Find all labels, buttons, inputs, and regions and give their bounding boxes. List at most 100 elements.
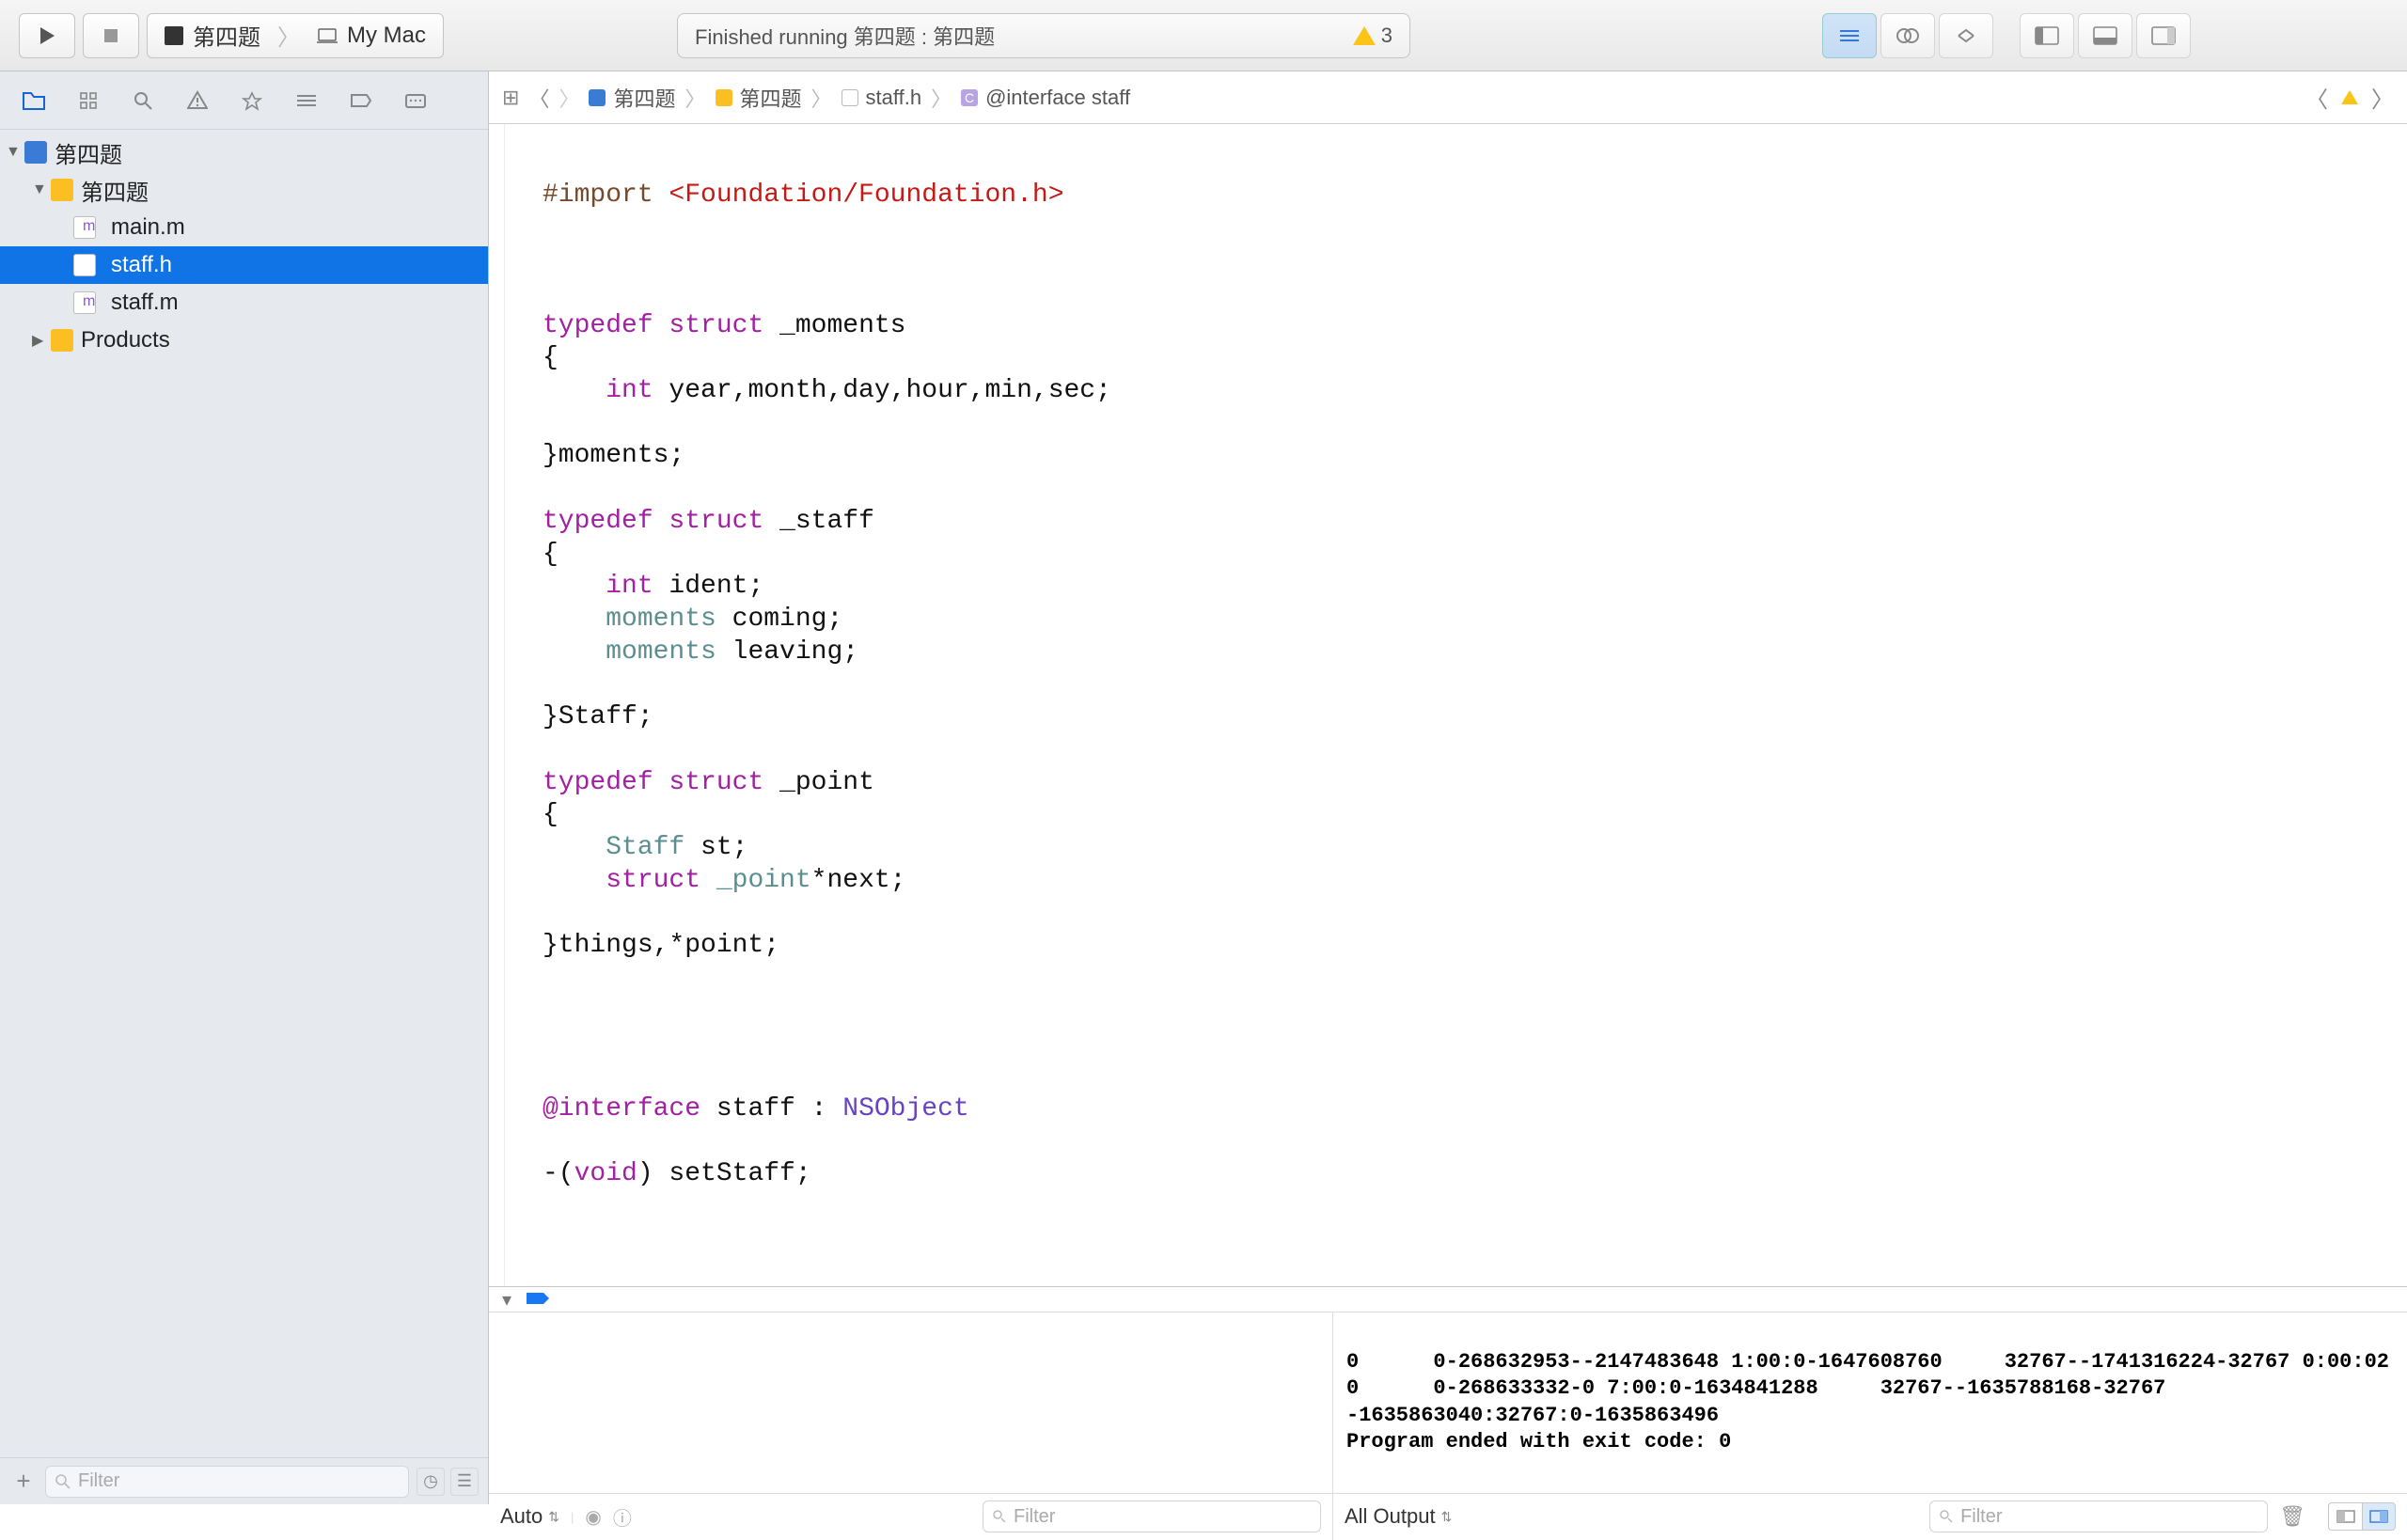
disclosure-triangle-icon[interactable]: ▼ [32, 181, 43, 198]
version-editor-button[interactable] [1939, 13, 1993, 58]
test-navigator-icon[interactable] [231, 83, 273, 118]
run-button[interactable] [19, 13, 75, 58]
source-control-navigator-icon[interactable] [68, 83, 109, 118]
show-console-button[interactable] [2362, 1502, 2396, 1531]
jump-symbol[interactable]: C @interface staff [961, 86, 1130, 110]
code-token: }Staff; [543, 702, 653, 731]
tree-label: 第四题 [55, 136, 122, 169]
console-footer: All Output ⇅ Filter 🗑 [1333, 1493, 2407, 1540]
next-issue-button[interactable]: 〉 [2371, 81, 2394, 114]
code-token: #import [543, 181, 653, 210]
report-navigator-icon[interactable] [395, 83, 436, 118]
code-token: year,month,day,hour,min,sec; [653, 376, 1111, 405]
jump-project[interactable]: 第四题 [589, 83, 675, 113]
chevron-right-icon: 〉 [277, 19, 300, 52]
add-button[interactable]: + [9, 1467, 38, 1496]
scheme-selector[interactable]: 第四题 〉 My Mac [147, 13, 444, 58]
find-navigator-icon[interactable] [122, 83, 164, 118]
variables-view[interactable]: Auto ⇅ | ◉ ⓘ Filter [489, 1312, 1333, 1540]
tree-label: 第四题 [81, 174, 149, 207]
code-token: typedef [543, 507, 653, 536]
tree-products[interactable]: ▶ Products [0, 322, 488, 359]
back-button[interactable]: 〈 [528, 83, 549, 113]
tree-label: staff.m [111, 290, 179, 316]
console-output[interactable]: 0 0-268632953--2147483648 1:00:0-1647608… [1333, 1312, 2407, 1493]
project-icon [589, 89, 606, 106]
popup-label: Auto [500, 1504, 543, 1529]
toggle-navigator-button[interactable] [2020, 13, 2074, 58]
filter-icon [1940, 1510, 1953, 1523]
scm-filter-button[interactable]: ☰ [450, 1468, 479, 1496]
breakpoint-navigator-icon[interactable] [340, 83, 382, 118]
forward-button[interactable]: 〉 [558, 83, 579, 113]
project-tree[interactable]: ▼ 第四题 ▼ 第四题 m main.m h staff.h m staff.m [0, 130, 488, 1457]
code-token: moments [543, 605, 716, 634]
activity-status[interactable]: Finished running 第四题 : 第四题 3 [677, 13, 1410, 58]
console-filter-input[interactable]: Filter [1929, 1501, 2268, 1532]
code-token: typedef [543, 311, 653, 340]
class-icon: C [961, 89, 978, 106]
status-text: Finished running 第四题 : 第四题 [695, 21, 995, 51]
tree-project-root[interactable]: ▼ 第四题 [0, 134, 488, 171]
warning-triangle-icon [1353, 26, 1376, 45]
project-navigator-icon[interactable] [13, 83, 55, 118]
toolbar: 第四题 〉 My Mac Finished running 第四题 : 第四题 … [0, 0, 2407, 71]
warnings-badge[interactable]: 3 [1353, 24, 1392, 48]
clear-console-button[interactable]: 🗑 [2279, 1504, 2305, 1529]
code-token: @interface [543, 1094, 700, 1124]
console-output-popup[interactable]: All Output ⇅ [1345, 1504, 1452, 1529]
standard-editor-button[interactable] [1822, 13, 1877, 58]
toggle-utilities-button[interactable] [2136, 13, 2191, 58]
code-token: coming; [716, 605, 842, 634]
filter-icon [55, 1474, 71, 1489]
view-toggle-group [2020, 13, 2191, 58]
code-token: }things,*point; [543, 931, 779, 960]
stop-button[interactable] [83, 13, 139, 58]
related-items-icon[interactable]: ⊞ [502, 86, 519, 110]
console-line: 0 0-268633332-0 7:00:0-1634841288 32767-… [1346, 1376, 2179, 1427]
code-token: ident; [653, 572, 764, 601]
code-token: { [543, 800, 558, 829]
issue-navigator-icon[interactable] [177, 83, 218, 118]
assistant-editor-button[interactable] [1880, 13, 1935, 58]
chevron-right-icon: 〉 [684, 83, 705, 113]
tree-label: staff.h [111, 252, 172, 278]
code-token: -( [543, 1159, 574, 1188]
disclosure-triangle-icon[interactable]: ▼ [6, 144, 17, 161]
jump-bar[interactable]: ⊞ 〈 〉 第四题 〉 第四题 〉 staff.h 〉 C @interface… [489, 71, 2407, 124]
editor-mode-group [1822, 13, 1993, 58]
quicklook-icon[interactable]: ◉ [585, 1505, 601, 1529]
show-variables-button[interactable] [2328, 1502, 2362, 1531]
filter-placeholder: Filter [1014, 1506, 1055, 1528]
code-token: void [574, 1159, 637, 1188]
jump-label: 第四题 [613, 83, 675, 113]
source-editor[interactable]: #import <Foundation/Foundation.h> typede… [504, 124, 2407, 1286]
navigator-filter-input[interactable]: Filter [45, 1466, 409, 1498]
toggle-debug-area-button[interactable] [2078, 13, 2132, 58]
code-token: struct [653, 311, 764, 340]
console-view[interactable]: 0 0-268632953--2147483648 1:00:0-1647608… [1333, 1312, 2407, 1540]
tree-file-main-m[interactable]: m main.m [0, 209, 488, 246]
code-token: struct [653, 768, 764, 797]
previous-issue-button[interactable]: 〈 [2305, 81, 2328, 114]
jump-group[interactable]: 第四题 [716, 83, 802, 113]
navigator-scope-buttons: ◷ ☰ [417, 1468, 479, 1496]
objc-h-file-icon [842, 89, 858, 106]
disclosure-triangle-icon[interactable]: ▶ [32, 331, 43, 350]
project-icon [24, 141, 47, 164]
debug-navigator-icon[interactable] [286, 83, 327, 118]
breakpoint-toggle-button[interactable] [525, 1287, 551, 1312]
variables-scope-popup[interactable]: Auto ⇅ [500, 1504, 559, 1529]
tree-file-staff-m[interactable]: m staff.m [0, 284, 488, 322]
code-token: int [543, 572, 653, 601]
recent-filter-button[interactable]: ◷ [417, 1468, 445, 1496]
info-icon[interactable]: ⓘ [613, 1503, 632, 1531]
tree-file-staff-h[interactable]: h staff.h [0, 246, 488, 284]
warnings-count: 3 [1381, 24, 1392, 48]
jump-file[interactable]: staff.h [842, 86, 922, 110]
hide-debug-button[interactable]: ▾ [502, 1288, 511, 1312]
tree-group[interactable]: ▼ 第四题 [0, 171, 488, 209]
variables-footer: Auto ⇅ | ◉ ⓘ Filter [489, 1493, 1332, 1540]
tree-label: Products [81, 327, 170, 354]
variables-filter-input[interactable]: Filter [983, 1501, 1321, 1532]
